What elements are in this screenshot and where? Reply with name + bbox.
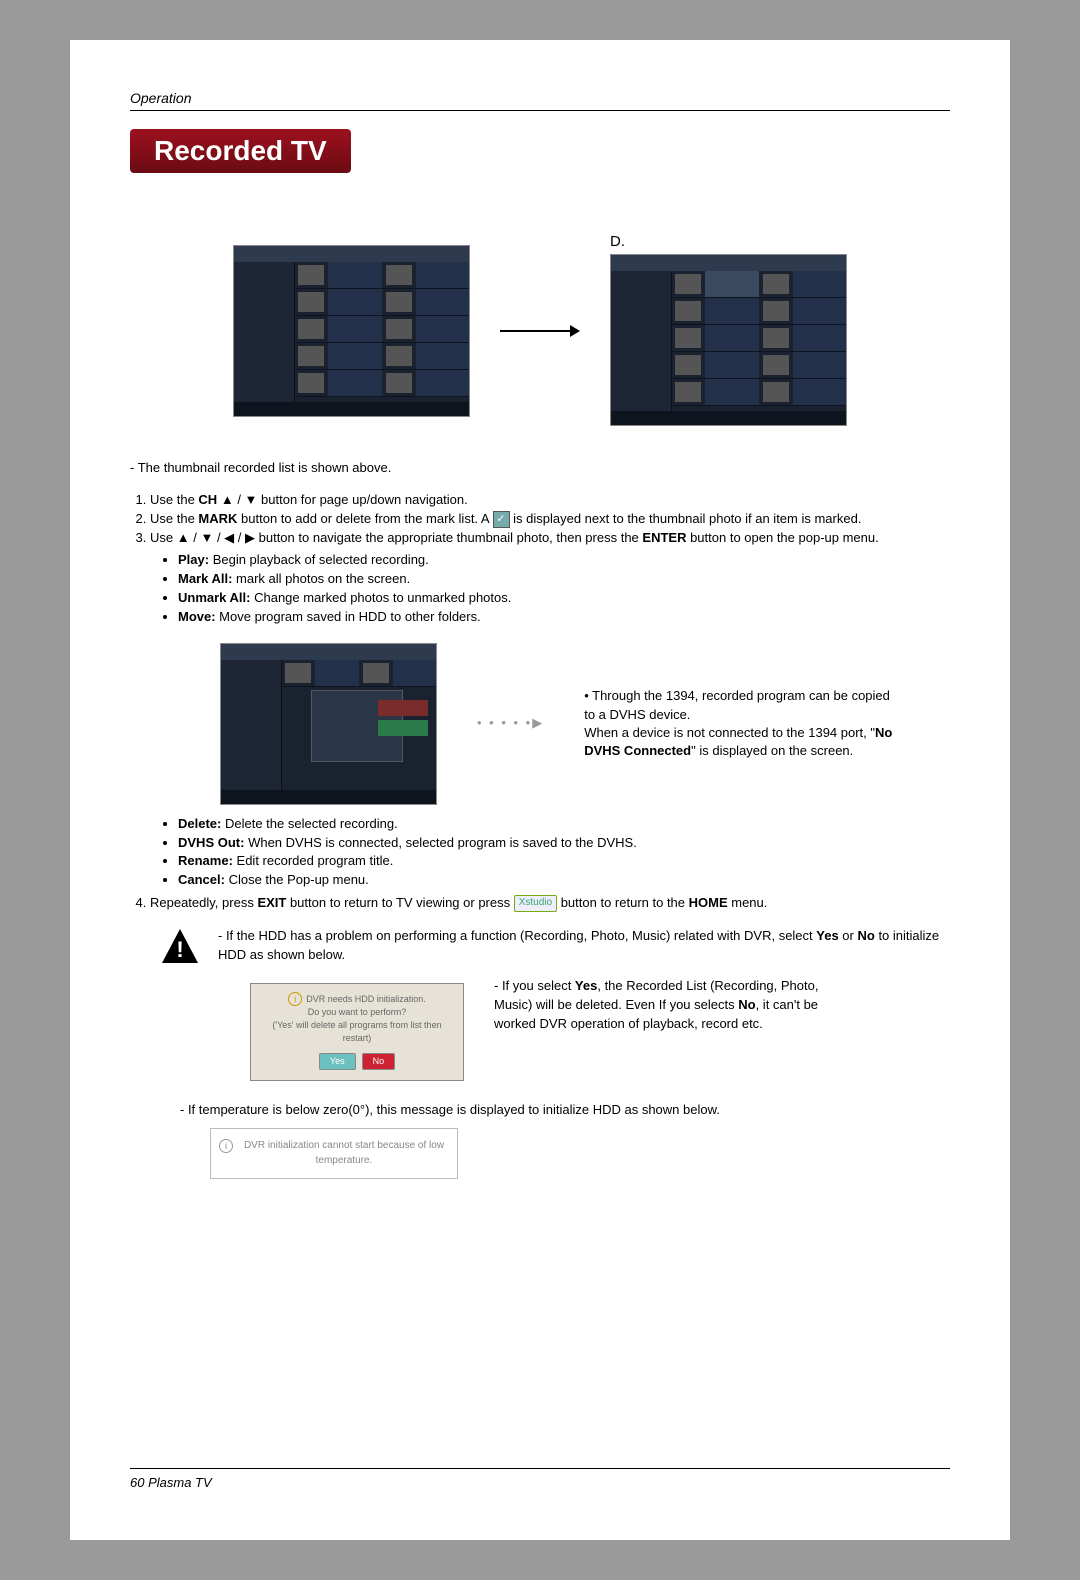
page-footer: 60 Plasma TV (130, 1468, 950, 1490)
warning-triangle-icon: ! (160, 927, 200, 967)
dialog-no-button[interactable]: No (362, 1053, 396, 1070)
down-triangle-icon: ▼ (245, 492, 258, 507)
screenshot-left (233, 245, 470, 417)
section-heading: Operation (130, 90, 950, 106)
temperature-dialog: i DVR initialization cannot start becaus… (210, 1128, 458, 1179)
dotted-arrow-icon: • • • • •▶ (477, 714, 544, 733)
screenshot-right-wrap: D. (610, 233, 847, 429)
popup-play: Play: Begin playback of selected recordi… (178, 551, 950, 570)
screenshot-right (610, 254, 847, 426)
step-1: Use the CH ▲ / ▼ button for page up/down… (150, 491, 950, 510)
step-3: Use ▲ / ▼ / ◀ / ▶ button to navigate the… (150, 529, 950, 891)
info-icon: i (288, 992, 302, 1006)
top-rule (130, 110, 950, 111)
intro-line: - The thumbnail recorded list is shown a… (130, 459, 950, 478)
warning-block: ! - If the HDD has a problem on performi… (160, 927, 950, 967)
info-icon: i (219, 1139, 233, 1153)
screenshot-popup (220, 643, 437, 805)
screenshots-row: D. (130, 233, 950, 429)
step-2: Use the MARK button to add or delete fro… (150, 510, 950, 529)
arrow-right-icon (500, 321, 580, 341)
diagram-label: D. (610, 233, 847, 250)
popup-dvhs: DVHS Out: When DVHS is connected, select… (178, 834, 950, 853)
temperature-note: - If temperature is below zero(0°), this… (180, 1101, 950, 1120)
side-note: • Through the 1394, recorded program can… (584, 687, 904, 760)
init-dialog: iDVR needs HDD initialization. Do you wa… (250, 983, 464, 1081)
page-title: Recorded TV (130, 129, 351, 173)
popup-rename: Rename: Edit recorded program title. (178, 852, 950, 871)
yes-no-explain: - If you select Yes, the Recorded List (… (494, 977, 834, 1034)
popup-delete: Delete: Delete the selected recording. (178, 815, 950, 834)
up-triangle-icon: ▲ (221, 492, 234, 507)
checkmark-icon: ✓ (493, 511, 510, 528)
xstudio-icon: Xstudio (514, 895, 557, 912)
step-4: Repeatedly, press EXIT button to return … (150, 894, 950, 913)
dialog-yes-button[interactable]: Yes (319, 1053, 356, 1070)
instructions: - The thumbnail recorded list is shown a… (130, 459, 950, 1179)
popup-unmarkall: Unmark All: Change marked photos to unma… (178, 589, 950, 608)
popup-move: Move: Move program saved in HDD to other… (178, 608, 950, 627)
svg-text:!: ! (176, 937, 183, 962)
popup-cancel: Cancel: Close the Pop-up menu. (178, 871, 950, 890)
popup-markall: Mark All: mark all photos on the screen. (178, 570, 950, 589)
